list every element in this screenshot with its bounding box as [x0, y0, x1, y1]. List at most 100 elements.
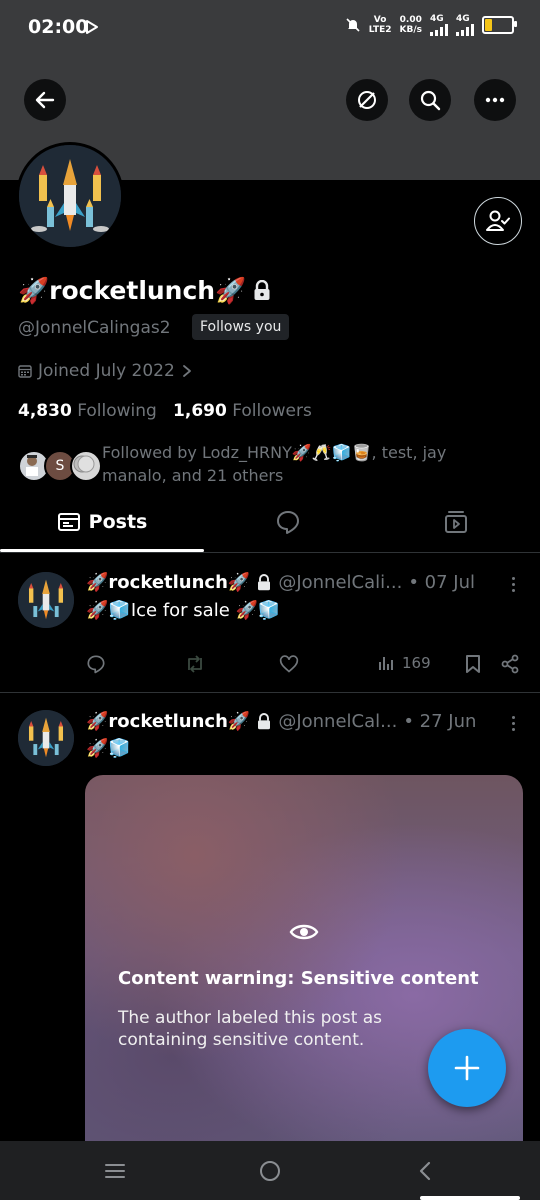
post-date: • 27 Jun: [403, 711, 477, 732]
signal-icon: [456, 24, 474, 36]
tab-media[interactable]: [372, 496, 540, 548]
like-button[interactable]: [279, 654, 299, 674]
post-more-button[interactable]: [512, 716, 518, 734]
profile-avatar[interactable]: [16, 142, 124, 250]
home-button[interactable]: [215, 1141, 325, 1200]
views-count: 169: [402, 654, 431, 672]
play-store-icon: [86, 20, 98, 34]
reply-button[interactable]: [86, 654, 106, 674]
profile-handle: @JonnelCalingas2: [18, 318, 171, 338]
content-warning-text: The author labeled this post as containi…: [118, 1008, 383, 1050]
lock-icon: [258, 573, 271, 590]
media-icon: [445, 511, 467, 533]
heart-icon: [279, 655, 299, 673]
home-circle-icon: [260, 1160, 280, 1181]
system-navigation-bar: [0, 1141, 540, 1200]
tab-posts[interactable]: Posts: [0, 496, 204, 548]
bookmark-icon: [466, 655, 480, 673]
replies-icon: [277, 511, 299, 534]
grok-button[interactable]: [346, 79, 388, 121]
rocket-avatar-image: [19, 145, 121, 247]
status-time: 02:00: [28, 16, 89, 38]
network-speed: 0.00: [399, 15, 422, 25]
post-actions: 169: [86, 654, 526, 678]
eye-icon: [289, 924, 319, 940]
sim1-label: 4G: [430, 14, 444, 24]
content-warning-title: Content warning: Sensitive content: [118, 968, 479, 989]
search-button[interactable]: [409, 79, 451, 121]
profile-display-name: 🚀rocketlunch🚀: [18, 276, 272, 306]
back-system-button[interactable]: [370, 1141, 480, 1200]
compose-post-button[interactable]: [428, 1029, 506, 1107]
back-button[interactable]: [24, 79, 66, 121]
follows-you-badge: Follows you: [192, 314, 290, 340]
lte-label: LTE2: [368, 25, 392, 35]
coin-avatar-image: [73, 455, 95, 473]
lock-icon: [254, 280, 270, 300]
followers-link[interactable]: 1,690 Followers: [173, 401, 312, 421]
joined-text: Joined July 2022: [38, 361, 175, 381]
follow-stats: 4,830 Following 1,690 Followers: [18, 401, 312, 421]
more-options-button[interactable]: [474, 79, 516, 121]
status-bar: 02:00 Vo LTE2 0.00 KB/s 4G 4G: [0, 0, 540, 58]
gesture-indicator: [420, 1196, 520, 1200]
post-avatar[interactable]: [18, 572, 74, 628]
repost-icon: [188, 655, 202, 673]
share-button[interactable]: [500, 654, 520, 674]
rocket-avatar-image: [18, 710, 74, 766]
bookmark-button[interactable]: [464, 654, 482, 674]
post-author-handle: @JonnelCal...: [278, 711, 398, 732]
following-link[interactable]: 4,830 Following: [18, 401, 157, 421]
network-speed-unit: KB/s: [399, 25, 422, 35]
post-author-name[interactable]: 🚀rocketlunch🚀: [86, 711, 250, 732]
share-icon: [501, 654, 519, 674]
post-more-button[interactable]: [512, 577, 518, 595]
joined-date[interactable]: Joined July 2022: [18, 361, 193, 381]
views-icon: [379, 657, 393, 670]
arrow-left-icon: [35, 91, 55, 109]
followed-by-text[interactable]: Followed by Lodz_HRNY🚀🥂🧊🥃, test, jay man…: [102, 441, 492, 487]
display-name-text: 🚀rocketlunch🚀: [18, 276, 247, 305]
calendar-icon: [18, 365, 32, 378]
follower-avatar: [70, 450, 102, 482]
following-label: Following: [77, 401, 157, 421]
post-item[interactable]: 🚀rocketlunch🚀 @JonnelCali... • 07 Jul 🚀🧊…: [0, 553, 540, 693]
repost-button[interactable]: [184, 654, 206, 674]
tab-replies[interactable]: [204, 496, 372, 548]
grok-icon: [358, 91, 376, 109]
rocket-avatar-image: [18, 572, 74, 628]
menu-icon: [105, 1163, 125, 1178]
post-text: 🚀🧊: [86, 738, 131, 759]
battery-icon: [482, 16, 517, 34]
profile-tabs: Posts: [0, 496, 540, 552]
reply-icon: [87, 655, 105, 674]
person-check-icon: [486, 210, 510, 231]
follow-status-button[interactable]: [474, 197, 522, 245]
recents-button[interactable]: [60, 1141, 170, 1200]
person-avatar-image: [26, 455, 38, 476]
lock-icon: [258, 712, 271, 729]
mute-icon: [346, 18, 360, 32]
sensitive-media[interactable]: Content warning: Sensitive content The a…: [85, 775, 523, 1175]
views-button[interactable]: 169: [378, 654, 431, 672]
following-count: 4,830: [18, 401, 72, 421]
post-author-name[interactable]: 🚀rocketlunch🚀: [86, 572, 250, 593]
search-icon: [420, 90, 441, 111]
status-indicators: Vo LTE2 0.00 KB/s 4G 4G: [345, 14, 517, 36]
post-avatar[interactable]: [18, 710, 74, 766]
more-horizontal-icon: [485, 97, 505, 103]
post-header: 🚀rocketlunch🚀 @JonnelCal... • 27 Jun: [86, 711, 476, 732]
sim2-label: 4G: [456, 14, 470, 24]
posts-icon: [57, 513, 80, 531]
signal-icon: [430, 24, 448, 36]
volte-label: Vo: [373, 15, 387, 25]
chevron-right-icon: [182, 365, 191, 377]
followers-count: 1,690: [173, 401, 227, 421]
plus-icon: [454, 1055, 480, 1081]
followed-by-avatars[interactable]: S: [18, 450, 102, 482]
followers-label: Followers: [232, 401, 312, 421]
post-text: 🚀🧊Ice for sale 🚀🧊: [86, 600, 281, 621]
post-header: 🚀rocketlunch🚀 @JonnelCali... • 07 Jul: [86, 572, 475, 593]
chevron-left-icon: [419, 1161, 431, 1180]
post-date: • 07 Jul: [408, 572, 475, 593]
